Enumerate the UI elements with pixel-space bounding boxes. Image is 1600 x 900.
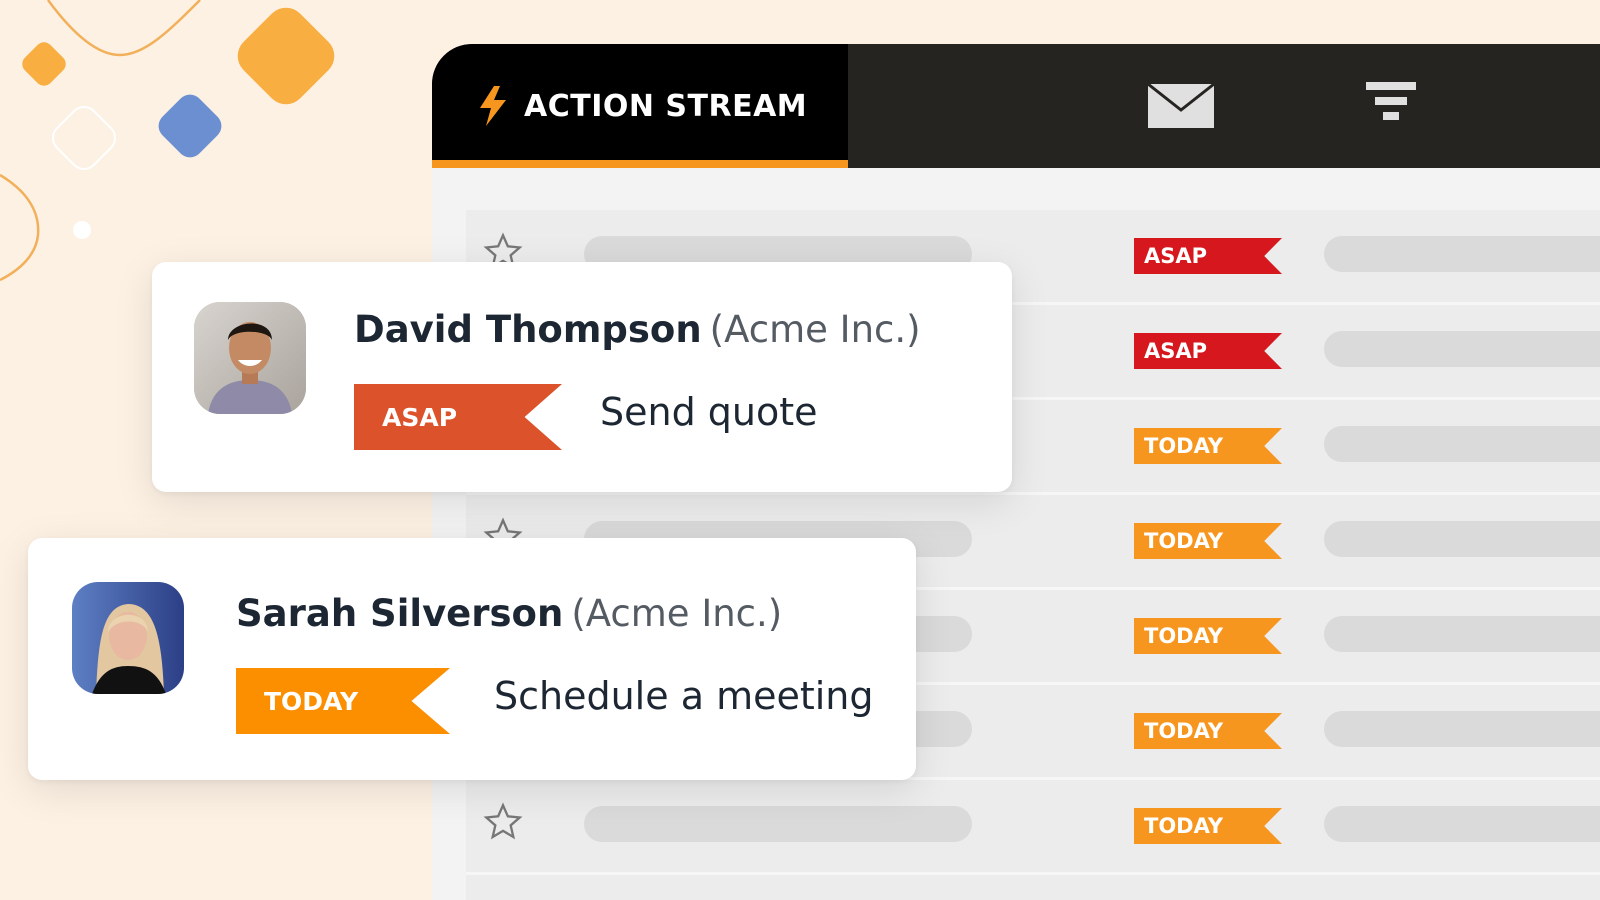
priority-flag: ASAP bbox=[1134, 333, 1282, 369]
placeholder-bar bbox=[1324, 616, 1600, 652]
star-icon[interactable] bbox=[482, 802, 524, 842]
placeholder-bar bbox=[1324, 711, 1600, 747]
tab-action-stream[interactable]: ACTION STREAM bbox=[432, 44, 848, 168]
priority-flag: TODAY bbox=[1134, 428, 1282, 464]
funnel-icon[interactable] bbox=[1366, 82, 1416, 122]
top-bar: ACTION STREAM bbox=[432, 44, 1600, 168]
contact-company: (Acme Inc.) bbox=[709, 308, 921, 351]
placeholder-bar bbox=[1324, 236, 1600, 272]
contact-name[interactable]: Sarah Silverson bbox=[236, 592, 563, 635]
placeholder-bar bbox=[1324, 521, 1600, 557]
contact-name-line: David Thompson (Acme Inc.) bbox=[354, 308, 921, 351]
priority-flag: TODAY bbox=[1134, 808, 1282, 844]
contact-name[interactable]: David Thompson bbox=[354, 308, 702, 351]
avatar bbox=[194, 302, 306, 414]
priority-flag: TODAY bbox=[1134, 523, 1282, 559]
tab-label: ACTION STREAM bbox=[524, 88, 808, 124]
task-label[interactable]: Schedule a meeting bbox=[494, 674, 874, 718]
placeholder-bar bbox=[1324, 806, 1600, 842]
contact-action-card[interactable]: Sarah Silverson (Acme Inc.) TODAY Schedul… bbox=[28, 538, 916, 780]
list-item[interactable]: TODAY bbox=[466, 780, 1600, 875]
contact-company: (Acme Inc.) bbox=[571, 592, 783, 635]
bolt-icon bbox=[480, 86, 506, 126]
priority-flag: ASAP bbox=[1134, 238, 1282, 274]
decorative-lines bbox=[0, 0, 201, 282]
placeholder-bar bbox=[1324, 426, 1600, 462]
priority-flag: TODAY bbox=[1134, 618, 1282, 654]
priority-flag: TODAY bbox=[236, 668, 450, 734]
contact-name-line: Sarah Silverson (Acme Inc.) bbox=[236, 592, 782, 635]
envelope-icon[interactable] bbox=[1146, 82, 1216, 130]
priority-flag: ASAP bbox=[354, 384, 562, 450]
placeholder-bar bbox=[1324, 331, 1600, 367]
priority-flag: TODAY bbox=[1134, 713, 1282, 749]
contact-action-card[interactable]: David Thompson (Acme Inc.) ASAP Send quot… bbox=[152, 262, 1012, 492]
avatar bbox=[72, 582, 184, 694]
placeholder-bar bbox=[584, 806, 972, 842]
task-label[interactable]: Send quote bbox=[600, 390, 818, 434]
